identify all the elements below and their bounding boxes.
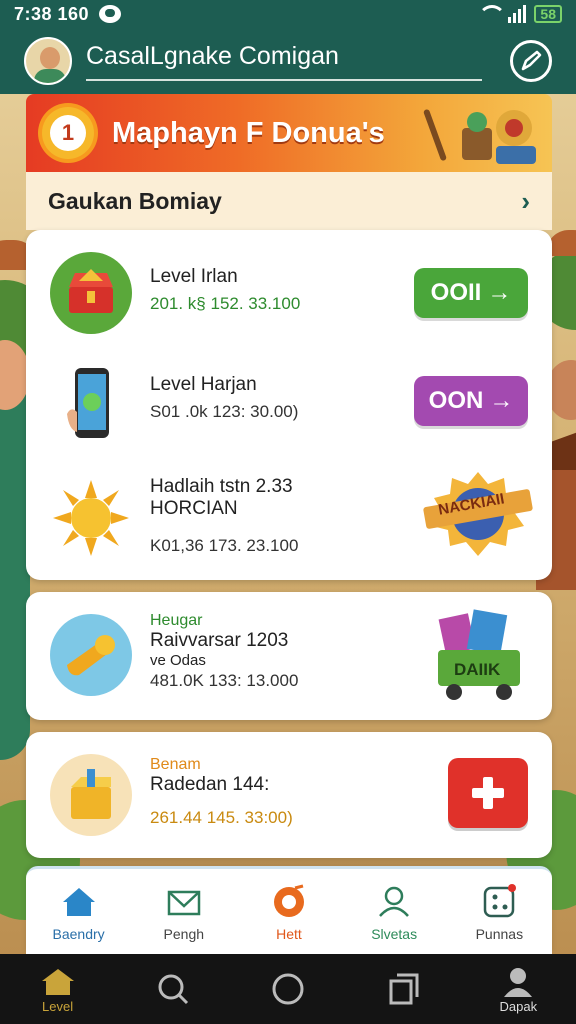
item-value: 201. k§ 152. 33.100 [150,294,301,313]
dice-icon [484,883,517,917]
item-title: Hadlaih tstn 2.33 [150,476,293,497]
cart-icon [438,609,520,700]
treasure-chest-icon [50,252,132,334]
item-title: Radedan 144: [150,774,270,795]
chevron-right-icon: › [521,185,530,216]
nav-home-label: Level [42,998,74,1014]
battery-level: 58 [540,6,556,22]
claim-button-label: OON [428,387,484,414]
shield-badge-icon [423,472,533,556]
item-value: S01 .0k 123: 30.00) [150,402,299,421]
home-icon [41,968,74,995]
item-subtitle: ve Odas [150,652,206,669]
nav-account[interactable]: Dapak [473,965,563,1014]
cart-label: DAIIK [454,660,501,679]
user-icon [379,886,410,917]
claim-button-1[interactable]: OOII → [414,268,528,318]
offers-card: Level Irlan 201. k§ 152. 33.100 OOII → L… [26,230,552,580]
offer-card-gift[interactable]: Benam Radedan 144: 261.44 145. 33:00) [26,732,552,858]
horn-icon [50,614,132,696]
item-value: 481.0K 133: 13.000 [150,671,299,690]
toys-illustration-icon [423,109,536,164]
promo-banner[interactable]: 1 Maphayn F Donua's [26,94,552,172]
tab-more[interactable]: Punnas [449,882,549,942]
list-item[interactable]: Hadlaih tstn 2.33 HORCIAN K01,36 173. 23… [26,458,552,578]
section-header[interactable]: Gaukan Bomiay › [26,172,552,230]
status-bar: 7:38 160 58 [0,0,576,28]
avatar[interactable] [24,37,72,85]
gift-box-icon [50,754,132,836]
badge-number: 1 [50,115,86,151]
nav-recents[interactable] [358,971,448,1007]
header-title[interactable]: CasalLgnake Comigan [86,42,482,81]
tab-hot[interactable]: Hett [239,882,339,942]
mail-icon [167,890,201,915]
plus-icon [472,777,504,809]
battery-icon: 58 [534,5,562,23]
status-time: 7:38 160 [14,3,90,24]
item-title: Level Harjan [150,374,257,395]
sun-icon [50,477,132,559]
reward-badge[interactable]: NACKIAII [418,470,538,566]
notification-icon [99,5,122,23]
list-item[interactable]: Level Harjan S01 .0k 123: 30.00) OON → [26,348,552,458]
arrow-right-icon: → [489,387,514,414]
delivery-cart[interactable]: DAIIK [428,606,532,706]
item-value: 261.44 145. 33:00) [150,808,293,827]
item-value: K01,36 173. 23.100 [150,536,299,555]
add-button[interactable] [448,758,528,828]
main-panel: 1 Maphayn F Donua's Gaukan Bomiay › Leve… [26,94,552,954]
banner-title: Maphayn F Donua's [112,116,385,149]
recents-icon [389,973,419,1005]
system-nav-bar: Level Dapak [0,954,576,1024]
item-subtitle: HORCIAN [150,498,238,519]
list-item[interactable]: Level Irlan 201. k§ 152. 33.100 OOII → [26,238,552,348]
nav-home[interactable]: Level [13,965,103,1014]
wifi-icon [478,5,507,23]
bottom-tab-bar: Baendry Pengh Hett Slvetas Punnas [26,866,552,954]
search-icon [158,974,188,1005]
tab-label: Pengh [163,925,205,942]
tab-messages[interactable]: Pengh [134,882,234,942]
circle-icon [272,973,304,1005]
badge-burst-icon: 1 [42,107,94,159]
nav-search[interactable] [128,971,218,1007]
offer-card-horn[interactable]: Heugar Raivvarsar 1203 ve Odas 481.0K 13… [26,592,552,720]
smartphone-icon [50,362,132,444]
user-icon [504,967,533,997]
signal-icon [508,5,527,23]
nav-account-label: Dapak [499,998,538,1014]
tab-home[interactable]: Baendry [29,882,129,942]
nav-circle[interactable] [243,971,333,1007]
tab-label: Hett [276,925,302,942]
tab-services[interactable]: Slvetas [344,882,444,942]
item-tag: Benam [150,756,201,773]
claim-button-2[interactable]: OON → [414,376,528,426]
item-title: Raivvarsar 1203 [150,630,289,651]
section-title: Gaukan Bomiay [48,187,222,214]
edit-button[interactable] [510,40,552,82]
pen-icon [521,50,542,71]
tab-label: Punnas [475,925,524,942]
home-icon [62,887,95,916]
item-title: Level Irlan [150,266,238,287]
target-icon [273,884,304,917]
tab-label: Slvetas [371,925,418,942]
arrow-right-icon: → [487,279,512,306]
claim-button-label: OOII [430,279,482,306]
tab-label: Baendry [52,925,105,942]
item-tag: Heugar [150,612,203,629]
app-header: CasalLgnake Comigan [0,28,576,94]
